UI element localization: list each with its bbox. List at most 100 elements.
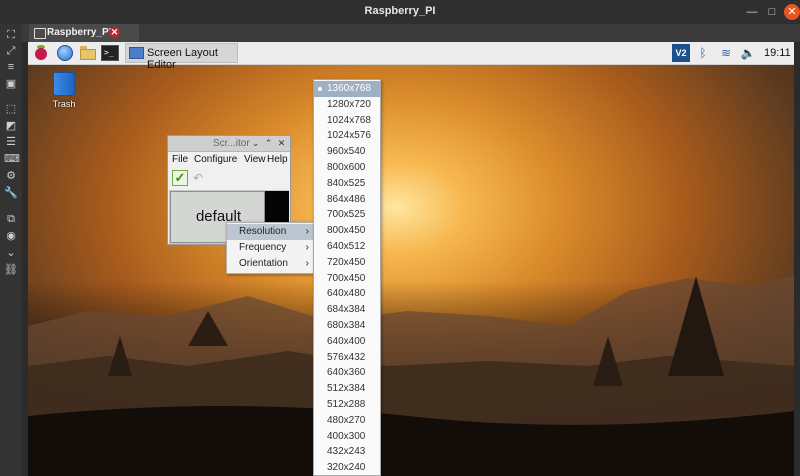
resolution-option-label: 700x450 [327, 272, 366, 284]
volume-icon[interactable]: 🔈 [740, 44, 756, 62]
sle-titlebar[interactable]: Scr...itor ⌄ ⌃ ✕ [168, 136, 290, 152]
chevron-right-icon: › [305, 226, 309, 237]
screenshot-icon[interactable]: ◩ [4, 119, 18, 133]
window-icon[interactable]: ▣ [4, 77, 18, 91]
resolution-submenu: 1360x768 1280x720 1024x768 1024x576 960x540 8… [313, 79, 381, 476]
resolution-option[interactable]: 640x400 [314, 334, 380, 350]
resolution-option-label: 720x450 [327, 256, 366, 268]
host-titlebar: Raspberry_PI — □ ✕ [0, 0, 800, 24]
apply-check-icon[interactable]: ✓ [172, 170, 188, 186]
resolution-option[interactable]: 1024x768 [314, 113, 380, 129]
tab-raspberry-pi[interactable]: Raspberry_PI ✕ [29, 24, 139, 42]
keyboard-icon[interactable]: ⌨ [4, 152, 20, 166]
resolution-option[interactable]: 720x450 [314, 255, 380, 271]
link-icon[interactable]: ⛓ [4, 263, 18, 277]
resolution-option[interactable]: 800x600 [314, 160, 380, 176]
resolution-option-label: 640x400 [327, 335, 366, 347]
context-item-resolution[interactable]: Resolution › [227, 224, 313, 240]
camera-icon[interactable]: ◉ [4, 229, 18, 243]
resolution-option[interactable]: 640x480 [314, 286, 380, 302]
bluetooth-icon[interactable]: ᛒ [696, 44, 710, 62]
resolution-option[interactable]: 1360x768 [314, 81, 380, 97]
resolution-option-label: 800x600 [327, 162, 366, 173]
pi-taskbar: >_ Screen Layout Editor V2 ᛒ ≋ 🔈 19:11 [28, 42, 794, 71]
sle-menubar: File Configure View Help [168, 152, 290, 167]
menu-configure[interactable]: Configure [194, 154, 237, 165]
host-toolbar: ⛶ ⤢ ≡ ▣ ⬚ ◩ ☰ ⌨ ⚙ 🔧 ⧉ ◉ ⌄ ⛓ [0, 24, 22, 476]
resolution-option[interactable]: 700x525 [314, 207, 380, 223]
wifi-icon[interactable]: ≋ [718, 44, 734, 62]
taskbar-app-label: Screen Layout Editor [147, 47, 218, 71]
menu-help[interactable]: Help [267, 154, 288, 165]
resolution-option[interactable]: 1024x576 [314, 128, 380, 144]
fullscreen-icon[interactable]: ⤢ [4, 44, 18, 58]
resolution-option-label: 960x540 [327, 146, 366, 158]
menu-view[interactable]: View [244, 154, 266, 165]
raspberry-menu-icon[interactable] [32, 44, 50, 62]
chevron-right-icon: › [305, 242, 309, 253]
vnc-icon[interactable]: V2 [672, 44, 690, 62]
resolution-option[interactable]: 840x525 [314, 176, 380, 192]
resolution-option[interactable]: 800x450 [314, 223, 380, 239]
tab-bar: Raspberry_PI ✕ [22, 24, 800, 42]
resolution-option[interactable]: 640x512 [314, 239, 380, 255]
host-window-title: Raspberry_PI [364, 5, 436, 17]
fit-screen-icon[interactable]: ⛶ [4, 28, 18, 42]
sle-toolbar: ✓ ↶ [168, 168, 290, 188]
tab-close-icon[interactable]: ✕ [109, 27, 120, 38]
resolution-option[interactable]: 640x360 [314, 365, 380, 381]
window-menu-chevron-icon[interactable]: ⌄ [250, 137, 261, 149]
monitor-context-menu: Resolution › Frequency › Orientation › [226, 222, 314, 274]
resolution-option[interactable]: 1280x720 [314, 97, 380, 113]
resolution-option-label: 684x384 [327, 304, 366, 316]
menu-file[interactable]: File [172, 154, 188, 165]
resolution-option[interactable]: 684x384 [314, 302, 380, 318]
resolution-option-label: 1024x768 [327, 114, 371, 126]
browser-icon[interactable] [56, 44, 74, 62]
wrench-icon[interactable]: 🔧 [4, 186, 18, 200]
settings-icon[interactable]: ⚙ [4, 169, 18, 183]
resolution-option-label: 512x288 [327, 399, 366, 410]
context-item-frequency[interactable]: Frequency › [227, 240, 313, 256]
resolution-option[interactable]: 480x270 [314, 413, 380, 429]
terminal-icon[interactable]: >_ [101, 44, 119, 62]
resolution-option[interactable]: 400x300 [314, 429, 380, 445]
resolution-option-label: 432x243 [327, 446, 366, 458]
maximize-button[interactable]: □ [764, 4, 780, 20]
resolution-option[interactable]: 432x243 [314, 444, 380, 460]
resolution-option[interactable]: 512x384 [314, 381, 380, 397]
remote-desktop[interactable]: >_ Screen Layout Editor V2 ᛒ ≋ 🔈 19:11 T… [28, 42, 794, 476]
resolution-option-label: 1280x720 [327, 98, 371, 110]
resolution-option-label: 576x432 [327, 351, 366, 363]
resolution-option[interactable]: 960x540 [314, 144, 380, 160]
maximize-icon[interactable]: ⌃ [263, 137, 274, 149]
file-manager-icon[interactable] [79, 44, 97, 62]
list-icon[interactable]: ≡ [4, 60, 18, 74]
menu-icon[interactable]: ☰ [4, 135, 18, 149]
landscape-background [28, 276, 794, 476]
sle-title: Scr...itor [213, 138, 250, 149]
chevron-right-icon: › [305, 258, 309, 269]
resolution-option-label: 512x384 [327, 383, 366, 395]
context-item-orientation[interactable]: Orientation › [227, 256, 313, 272]
resolution-option[interactable]: 864x486 [314, 192, 380, 208]
resolution-option[interactable]: 680x384 [314, 318, 380, 334]
resolution-option[interactable]: 700x450 [314, 271, 380, 287]
copy-icon[interactable]: ⧉ [4, 212, 18, 226]
close-icon[interactable]: ✕ [276, 137, 287, 149]
select-icon[interactable]: ⬚ [4, 102, 18, 116]
resolution-option[interactable]: 320x240 [314, 460, 380, 476]
close-button[interactable]: ✕ [784, 4, 800, 20]
undo-icon[interactable]: ↶ [193, 171, 209, 185]
vm-tab-icon [34, 28, 46, 39]
resolution-option-label: 400x300 [327, 430, 366, 442]
trash-icon [53, 72, 75, 96]
minimize-button[interactable]: — [744, 4, 760, 20]
resolution-option[interactable]: 576x432 [314, 350, 380, 366]
resolution-option[interactable]: 512x288 [314, 397, 380, 413]
selected-radio-icon [318, 87, 322, 91]
desktop-trash[interactable]: Trash [48, 70, 80, 110]
resolution-option-label: 680x384 [327, 320, 366, 331]
taskbar-app-screen-layout-editor[interactable]: Screen Layout Editor [125, 43, 238, 71]
chevron-down-icon[interactable]: ⌄ [4, 246, 18, 260]
